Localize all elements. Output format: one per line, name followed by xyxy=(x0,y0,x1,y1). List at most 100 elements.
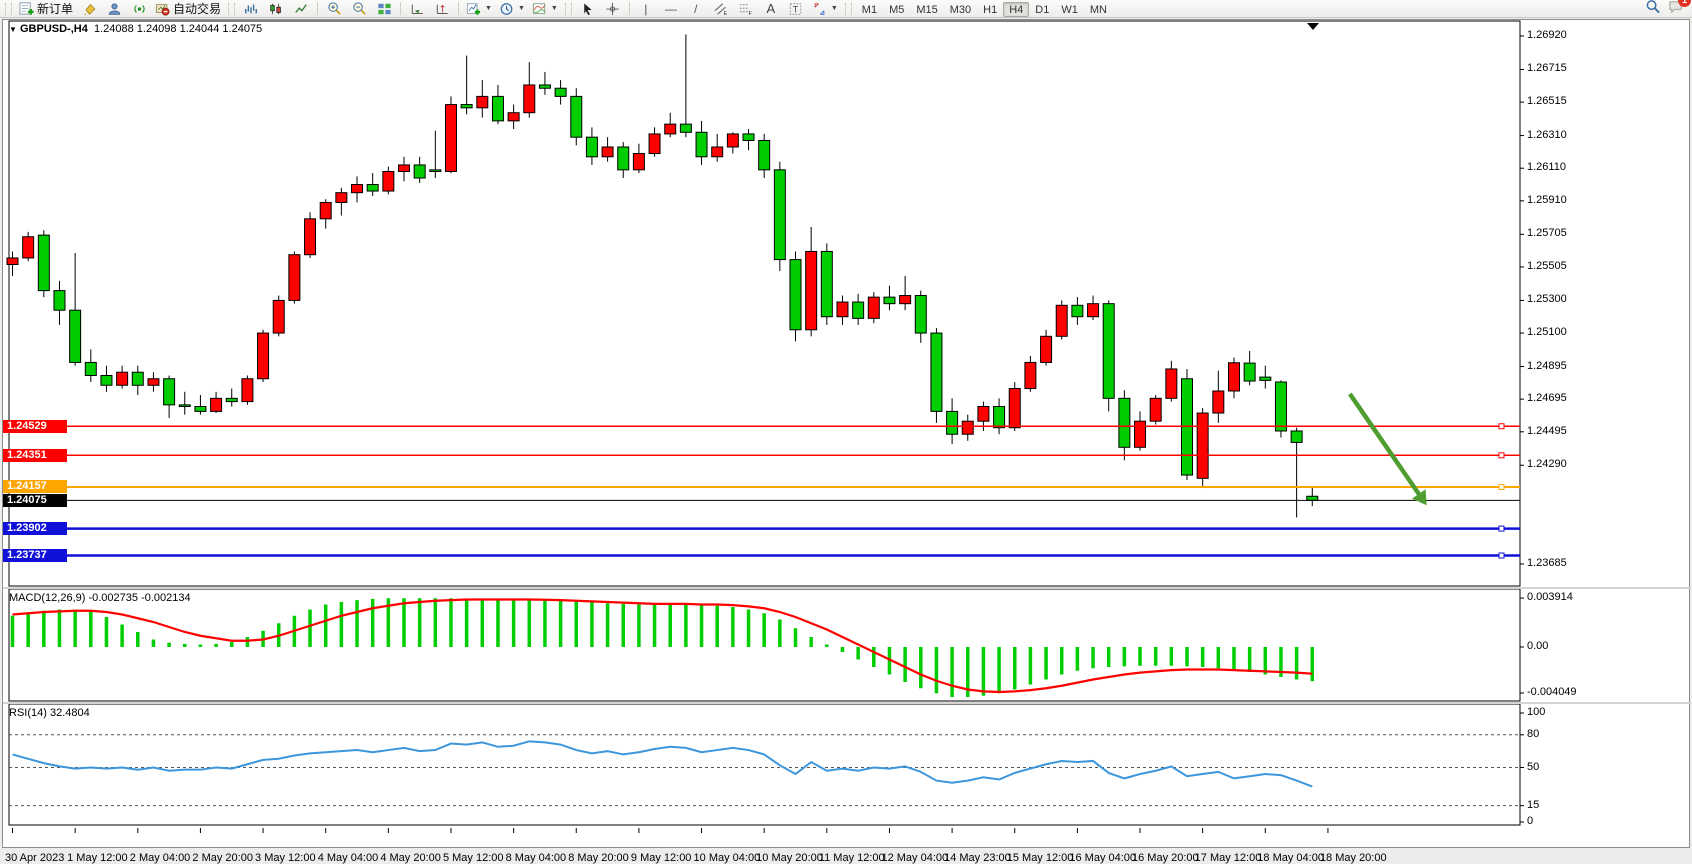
templates-button[interactable]: ▼ xyxy=(529,0,561,18)
text-label-tool-button[interactable]: T xyxy=(784,0,808,18)
candle xyxy=(132,372,143,385)
candle xyxy=(915,296,926,334)
rsi-tick-label: 0 xyxy=(1527,815,1533,827)
rsi-pane[interactable]: RSI(14) 32.4804 1008050150 xyxy=(3,704,1691,828)
time-axis-label: 16 May 04:00 xyxy=(1069,852,1136,864)
bar-chart-button[interactable] xyxy=(239,0,263,18)
market-watch-button[interactable] xyxy=(102,0,126,18)
signal-button[interactable] xyxy=(127,0,151,18)
timeframe-M1[interactable]: M1 xyxy=(856,2,883,17)
line-chart-icon xyxy=(294,2,308,16)
horizontal-line-tool-button[interactable]: — xyxy=(659,0,683,18)
line-chart-button[interactable] xyxy=(289,0,313,18)
candle xyxy=(978,406,989,421)
zoom-out-button[interactable] xyxy=(347,0,371,18)
auto-trading-button[interactable]: 自动交易 xyxy=(152,0,224,18)
text-tool-button[interactable]: A xyxy=(759,0,783,18)
timeframe-M15[interactable]: M15 xyxy=(910,2,943,17)
periods-button[interactable]: ▼ xyxy=(496,0,528,18)
time-axis[interactable] xyxy=(3,828,1691,847)
svg-text:T: T xyxy=(793,4,799,14)
candle xyxy=(195,406,206,411)
pane-separator[interactable] xyxy=(3,587,1691,589)
line-handle[interactable] xyxy=(1499,424,1504,429)
candle xyxy=(743,134,754,141)
notifications-button[interactable]: 1 xyxy=(1667,0,1684,19)
notification-badge: 1 xyxy=(1678,0,1691,7)
chevron-down-icon: ▼ xyxy=(551,5,558,12)
equidistant-channel-tool-button[interactable]: E xyxy=(709,0,733,18)
chart-properties-button[interactable] xyxy=(77,0,101,18)
price-tick-label: 1.25100 xyxy=(1527,326,1567,338)
time-axis-label: 16 May 20:00 xyxy=(1132,852,1199,864)
candle xyxy=(853,302,864,318)
candle xyxy=(461,105,472,108)
chevron-down-icon: ▼ xyxy=(518,5,525,12)
toolbar-grip[interactable] xyxy=(5,3,12,15)
chevron-down-icon: ▼ xyxy=(485,5,492,12)
time-axis-label: 8 May 20:00 xyxy=(568,852,629,864)
trendline-tool-button[interactable]: / xyxy=(684,0,708,18)
timeframe-H4[interactable]: H4 xyxy=(1003,2,1029,17)
candle xyxy=(1041,336,1052,362)
line-handle[interactable] xyxy=(1499,484,1504,489)
candle xyxy=(821,251,832,316)
timeframe-W1[interactable]: W1 xyxy=(1055,2,1084,17)
timeframe-M30[interactable]: M30 xyxy=(944,2,977,17)
timeframe-group: M1M5M15M30H1H4D1W1MN xyxy=(856,0,1113,18)
arrows-tool-button[interactable]: ▼ xyxy=(809,0,841,18)
chart-shift-button[interactable] xyxy=(430,0,454,18)
pane-separator[interactable] xyxy=(3,702,1691,704)
candlestick-chart[interactable] xyxy=(3,20,1691,587)
candle xyxy=(947,411,958,434)
new-order-label: 新订单 xyxy=(37,0,73,17)
timeframe-MN[interactable]: MN xyxy=(1084,2,1113,17)
search-icon[interactable] xyxy=(1645,0,1661,19)
symbol-dropdown-icon[interactable]: ▼ xyxy=(9,25,17,34)
candle xyxy=(242,379,253,402)
candle xyxy=(806,251,817,329)
price-line-label: 1.23902 xyxy=(3,522,67,535)
timeframe-D1[interactable]: D1 xyxy=(1029,2,1055,17)
time-axis-label: 15 May 12:00 xyxy=(1007,852,1074,864)
line-handle[interactable] xyxy=(1499,526,1504,531)
toolbar-grip[interactable] xyxy=(228,3,235,15)
fibonacci-tool-button[interactable]: F xyxy=(734,0,758,18)
timeframe-M5[interactable]: M5 xyxy=(883,2,910,17)
candle xyxy=(367,185,378,192)
toolbar-grip[interactable] xyxy=(565,3,572,15)
candle xyxy=(680,124,691,132)
auto-scroll-button[interactable] xyxy=(405,0,429,18)
indicators-button[interactable]: ▼ xyxy=(463,0,495,18)
price-tick-label: 1.25705 xyxy=(1527,227,1567,239)
macd-pane[interactable]: MACD(12,26,9) -0.002735 -0.002134 0.0039… xyxy=(3,589,1691,702)
vertical-line-tool-button[interactable]: | xyxy=(634,0,658,18)
candlestick-chart-button[interactable] xyxy=(264,0,288,18)
auto-trading-label: 自动交易 xyxy=(173,0,221,17)
tile-windows-button[interactable] xyxy=(372,0,396,18)
line-handle[interactable] xyxy=(1499,453,1504,458)
time-axis-label: 2 May 20:00 xyxy=(192,852,253,864)
candle xyxy=(790,260,801,330)
candle xyxy=(837,302,848,317)
candle xyxy=(23,237,34,258)
toolbar-grip[interactable] xyxy=(845,3,852,15)
candle xyxy=(289,255,300,301)
macd-chart xyxy=(3,589,1691,702)
rsi-frame xyxy=(9,704,1520,825)
main-chart-pane[interactable]: ▼ GBPUSD-,H4 1.24088 1.24098 1.24044 1.2… xyxy=(3,20,1691,587)
candle xyxy=(211,398,222,411)
time-axis-ticks xyxy=(3,828,1691,834)
candle xyxy=(994,406,1005,427)
new-order-button[interactable]: 新订单 xyxy=(16,0,76,18)
cursor-tool-button[interactable] xyxy=(576,0,600,18)
time-axis-label: 12 May 04:00 xyxy=(881,852,948,864)
candle xyxy=(524,85,535,113)
candle xyxy=(336,193,347,203)
new-order-icon xyxy=(19,1,34,16)
candle xyxy=(1213,391,1224,413)
crosshair-tool-button[interactable] xyxy=(601,0,625,18)
line-handle[interactable] xyxy=(1499,553,1504,558)
timeframe-H1[interactable]: H1 xyxy=(977,2,1003,17)
zoom-in-button[interactable] xyxy=(322,0,346,18)
